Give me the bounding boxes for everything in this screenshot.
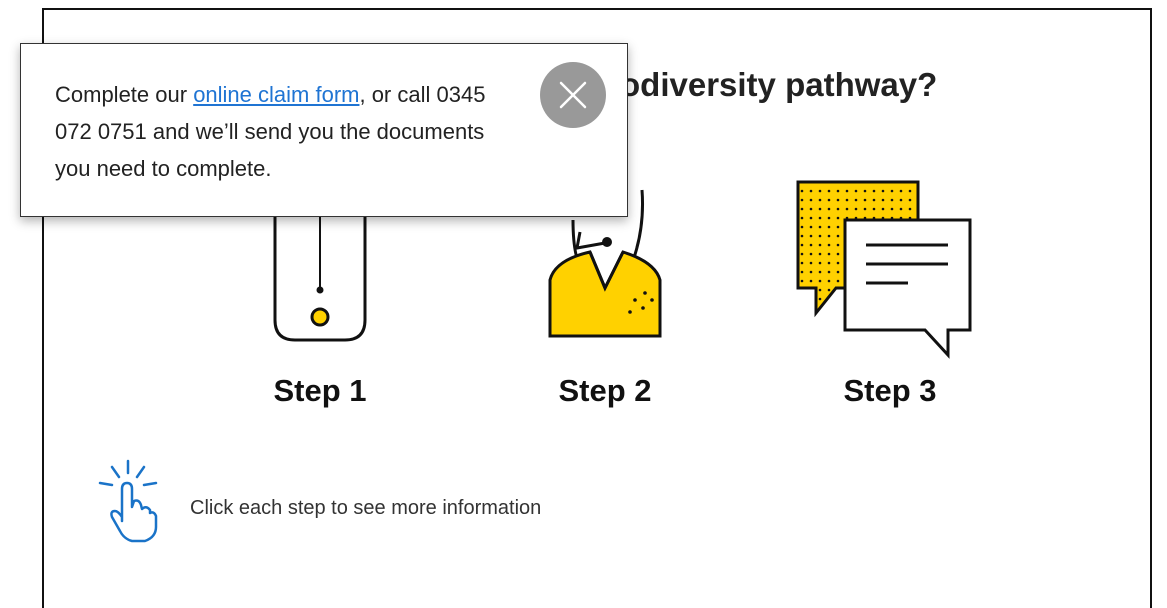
close-button[interactable] [540, 62, 606, 128]
documents-speech-bubbles-icon [796, 180, 972, 359]
pointer-click-icon [98, 459, 158, 543]
section-heading: odiversity pathway? [620, 66, 938, 103]
online-claim-form-link[interactable]: online claim form [193, 82, 359, 107]
step-2-label: Step 2 [558, 373, 652, 408]
step-1-label: Step 1 [273, 373, 367, 408]
step-3-label: Step 3 [843, 373, 937, 408]
hint-text: Click each step to see more information [190, 497, 542, 519]
popup-text-start: Complete our [55, 82, 194, 107]
click-hint: Click each step to see more information [90, 455, 790, 545]
popup-text: Complete our online claim form, or call … [55, 76, 525, 187]
info-popup: Complete our online claim form, or call … [20, 43, 628, 217]
close-icon [559, 81, 587, 109]
step-3[interactable]: Step 3 [790, 170, 990, 420]
